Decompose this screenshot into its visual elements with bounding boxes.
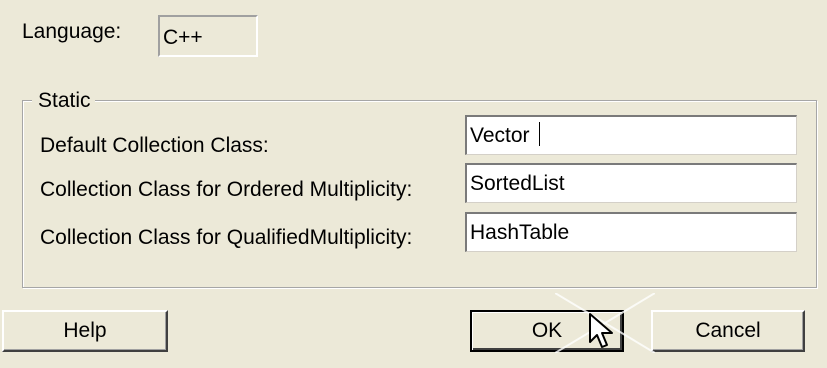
default-collection-class-input[interactable] xyxy=(465,115,797,155)
help-button[interactable]: Help xyxy=(2,310,168,352)
qualified-multiplicity-input[interactable] xyxy=(465,212,797,252)
collection-class-dialog: Language: C++ Static Default Collection … xyxy=(0,0,827,368)
language-value: C++ xyxy=(163,26,203,49)
cancel-button[interactable]: Cancel xyxy=(651,310,805,352)
qualified-multiplicity-label: Collection Class for QualifiedMultiplici… xyxy=(40,226,413,249)
default-collection-class-label: Default Collection Class: xyxy=(40,134,269,157)
ok-button[interactable]: OK xyxy=(470,310,624,352)
language-label: Language: xyxy=(22,20,122,43)
ordered-multiplicity-input[interactable] xyxy=(465,163,797,203)
static-group-legend: Static xyxy=(32,89,95,113)
ordered-multiplicity-label: Collection Class for Ordered Multiplicit… xyxy=(40,178,413,201)
language-value-box: C++ xyxy=(158,15,258,57)
text-caret xyxy=(539,122,540,146)
